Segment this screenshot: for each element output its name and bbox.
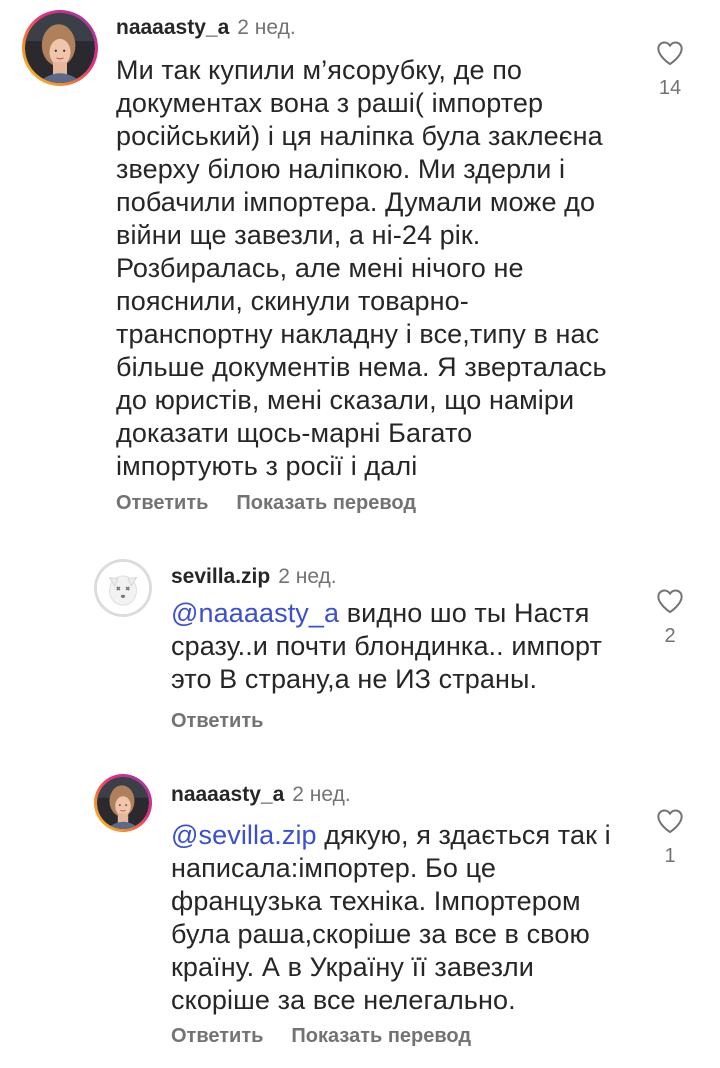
show-translation-button[interactable]: Показать перевод xyxy=(291,1025,471,1047)
comment-username[interactable]: naaaasty_a xyxy=(116,16,229,39)
comment-text: Ми так купили м’ясорубку, де по документ… xyxy=(116,54,616,483)
comment-timestamp: 2 нед. xyxy=(278,565,337,588)
comment-username[interactable]: naaaasty_a xyxy=(171,783,284,806)
comment-timestamp: 2 нед. xyxy=(292,783,351,806)
comment-mention[interactable]: @naaaasty_a xyxy=(171,598,339,628)
like-button[interactable]: 1 xyxy=(650,808,690,868)
like-count: 14 xyxy=(658,77,682,99)
avatar[interactable] xyxy=(94,774,152,832)
heart-outline-icon xyxy=(657,41,683,66)
comment-reply-item: naaaasty_a 2 нед. @sevilla.zip дякую, я з… xyxy=(0,768,720,1068)
like-count: 2 xyxy=(664,625,676,647)
reply-button[interactable]: Ответить xyxy=(171,1025,263,1047)
comment-body: Ми так купили м’ясорубку, де по документ… xyxy=(116,55,607,481)
comment-reply-item: sevilla.zip 2 нед. @naaaasty_a видно шо т… xyxy=(0,550,720,750)
like-button[interactable]: 14 xyxy=(650,40,690,100)
show-translation-button[interactable]: Показать перевод xyxy=(236,492,416,514)
comment-timestamp: 2 нед. xyxy=(237,16,296,39)
comment-text: @sevilla.zip дякую, я здається так і нап… xyxy=(171,819,621,1017)
reply-button[interactable]: Ответить xyxy=(116,492,208,514)
like-button[interactable]: 2 xyxy=(650,588,690,648)
user-photo-icon xyxy=(25,13,95,83)
like-count: 1 xyxy=(664,845,676,867)
avatar[interactable] xyxy=(22,10,98,86)
user-photo-icon xyxy=(97,777,149,829)
heart-outline-icon xyxy=(657,809,683,834)
comment-item: naaaasty_a 2 нед. Ми так купили м’ясорубк… xyxy=(0,0,720,530)
comment-username[interactable]: sevilla.zip xyxy=(171,565,270,588)
avatar[interactable] xyxy=(94,559,152,617)
heart-outline-icon xyxy=(657,589,683,614)
reply-button[interactable]: Ответить xyxy=(171,710,263,732)
dog-avatar-icon xyxy=(97,562,149,614)
comment-mention[interactable]: @sevilla.zip xyxy=(171,820,317,850)
comment-text: @naaaasty_a видно шо ты Настя сразу..и п… xyxy=(171,597,621,696)
